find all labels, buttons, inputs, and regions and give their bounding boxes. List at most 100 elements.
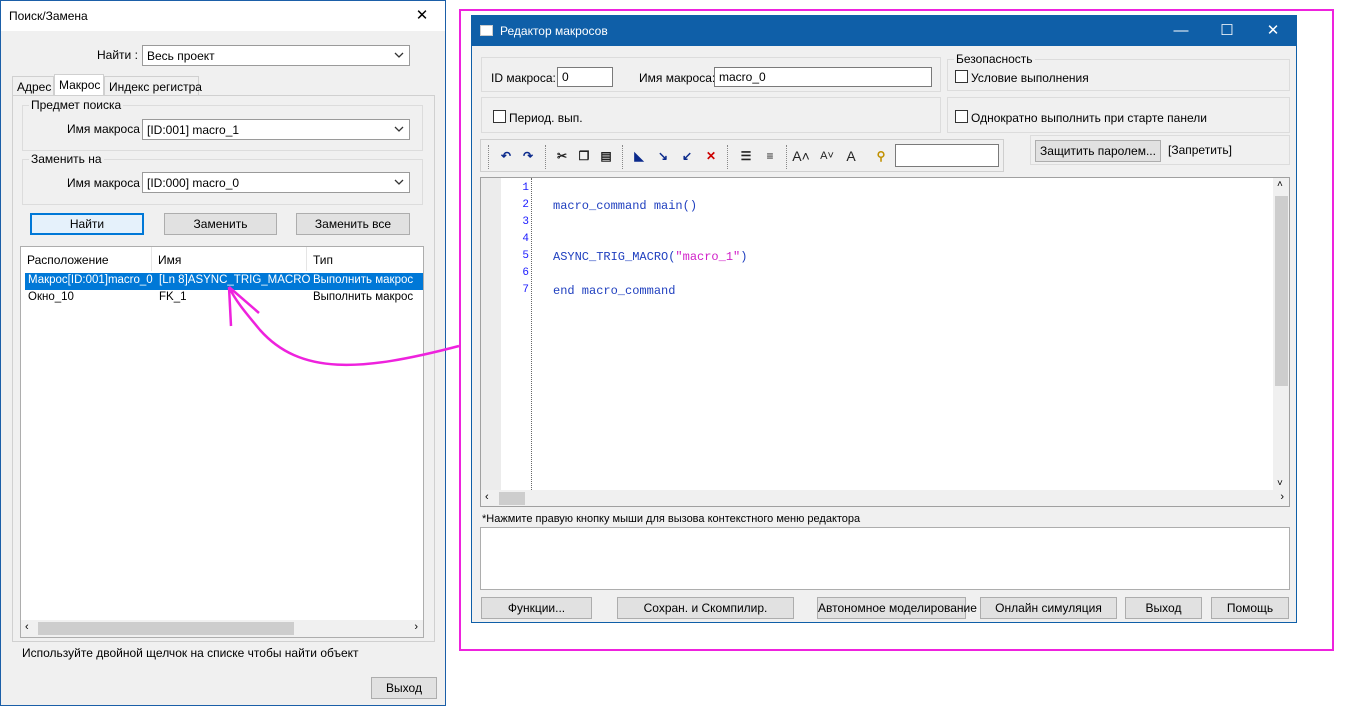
- undo-icon[interactable]: ↶: [496, 147, 516, 165]
- scroll-left-icon[interactable]: ‹: [25, 621, 29, 633]
- toolbar-search-input[interactable]: [895, 144, 999, 167]
- table-row[interactable]: Макрос[ID:001]macro_0 [Ln 8]ASYNC_TRIG_M…: [25, 273, 423, 290]
- forbid-label: [Запретить]: [1168, 143, 1232, 157]
- indent-icon[interactable]: ☰: [736, 147, 756, 165]
- toolbar-separator: [727, 145, 728, 169]
- code-editor[interactable]: 1 2 macro_command main() 3 4 5 ASYNC_TRIG_MACR…: [480, 177, 1290, 507]
- macro-name-label: Имя макроса:: [639, 71, 716, 85]
- redo-icon[interactable]: ↷: [518, 147, 538, 165]
- search-subject-title: Предмет поиска: [29, 98, 124, 112]
- editor-exit-button[interactable]: Выход: [1125, 597, 1202, 619]
- bookmark-prev-icon[interactable]: ↙: [677, 147, 697, 165]
- scroll-right-icon[interactable]: ›: [1280, 491, 1284, 503]
- cut-icon[interactable]: ✂: [552, 147, 572, 165]
- find-label: Найти :: [97, 48, 138, 62]
- close-icon[interactable]: ✕: [399, 1, 445, 31]
- macro-name-input[interactable]: macro_0: [714, 67, 932, 87]
- code-line: end macro_command: [553, 284, 676, 298]
- code-line: ASYNC_TRIG_MACRO("macro_1"): [553, 250, 747, 264]
- copy-icon[interactable]: ❐: [574, 147, 594, 165]
- run-once-label: Однократно выполнить при старте панели: [971, 111, 1207, 125]
- find-text-icon[interactable]: ⚲: [871, 147, 891, 165]
- outdent-icon[interactable]: ≡: [760, 147, 780, 165]
- macro-editor-window: Редактор макросов — ☐ ✕ ID макроса: 0 Им…: [471, 15, 1297, 623]
- help-button[interactable]: Помощь: [1211, 597, 1289, 619]
- scroll-thumb[interactable]: [499, 492, 525, 505]
- font-decrease-icon[interactable]: A˅: [817, 147, 837, 165]
- scroll-right-icon[interactable]: ›: [414, 621, 418, 633]
- results-horizontal-scrollbar[interactable]: ‹ ›: [21, 620, 423, 637]
- output-panel[interactable]: [480, 527, 1290, 590]
- double-click-hint: Используйте двойной щелчок на списке что…: [22, 646, 359, 660]
- tab-register-index[interactable]: Индекс регистра: [104, 76, 202, 96]
- minimize-icon[interactable]: —: [1158, 16, 1204, 46]
- line-number: 6: [522, 267, 529, 279]
- condition-checkbox[interactable]: [955, 70, 968, 83]
- macro-id-input[interactable]: 0: [557, 67, 613, 87]
- editor-window-title: Редактор макросов: [500, 24, 608, 38]
- functions-button[interactable]: Функции...: [481, 597, 592, 619]
- chevron-down-icon: [394, 52, 404, 58]
- code-line: macro_command main(): [553, 199, 698, 213]
- tab-address[interactable]: Адрес: [12, 76, 54, 96]
- line-number: 7: [522, 284, 529, 296]
- scroll-up-icon[interactable]: ˄: [1277, 179, 1283, 190]
- periodic-checkbox[interactable]: [493, 110, 506, 123]
- condition-label: Условие выполнения: [971, 71, 1089, 85]
- replace-macro-name-label: Имя макроса :: [67, 176, 147, 190]
- editor-vertical-scrollbar[interactable]: ˄ ˅: [1273, 178, 1289, 490]
- tab-macro[interactable]: Макрос: [54, 74, 104, 96]
- line-number: 4: [522, 233, 529, 245]
- context-menu-hint: *Нажмите правую кнопку мыши для вызова к…: [482, 513, 861, 525]
- replace-with-title: Заменить на: [29, 152, 104, 166]
- row-type: Выполнить макрос: [313, 274, 414, 286]
- editor-horizontal-scrollbar[interactable]: ‹ ›: [481, 490, 1289, 506]
- find-scope-select[interactable]: Весь проект: [142, 45, 410, 66]
- online-simulation-button[interactable]: Онлайн симуляция: [980, 597, 1117, 619]
- find-scope-value: Весь проект: [147, 49, 215, 63]
- close-icon[interactable]: ✕: [1250, 16, 1296, 46]
- row-name: [Ln 8]ASYNC_TRIG_MACRO: [159, 274, 311, 286]
- save-compile-button[interactable]: Сохран. и Скомпилир.: [617, 597, 794, 619]
- replace-button[interactable]: Заменить: [164, 213, 277, 235]
- app-window-icon: [480, 25, 493, 36]
- search-macro-select[interactable]: [ID:001] macro_1: [142, 119, 410, 140]
- chevron-down-icon: [394, 179, 404, 185]
- search-replace-window: Поиск/Замена ✕ Найти : Весь проект Адрес…: [0, 0, 446, 706]
- search-macro-name-label: Имя макроса :: [67, 122, 147, 136]
- bookmark-clear-icon[interactable]: ✕: [701, 147, 721, 165]
- font-increase-icon[interactable]: A˄: [791, 147, 811, 165]
- row-type: Выполнить макрос: [313, 291, 414, 303]
- line-number: 5: [522, 250, 529, 262]
- scroll-thumb[interactable]: [1275, 196, 1288, 386]
- scroll-left-icon[interactable]: ‹: [485, 491, 489, 503]
- scroll-thumb[interactable]: [38, 622, 294, 635]
- protect-password-button[interactable]: Защитить паролем...: [1035, 140, 1161, 162]
- find-button[interactable]: Найти: [30, 213, 144, 235]
- offline-simulation-button[interactable]: Автономное моделирование: [817, 597, 977, 619]
- results-list[interactable]: Расположение Имя Тип Макрос[ID:001]macro…: [20, 246, 424, 638]
- bookmark-next-icon[interactable]: ↘: [653, 147, 673, 165]
- table-row[interactable]: Окно_10 FK_1 Выполнить макрос: [25, 290, 423, 307]
- maximize-icon[interactable]: ☐: [1204, 16, 1250, 46]
- search-exit-button[interactable]: Выход: [371, 677, 437, 699]
- column-header-type[interactable]: Тип: [307, 247, 423, 271]
- toolbar-separator: [786, 145, 787, 169]
- search-titlebar: Поиск/Замена ✕: [1, 1, 445, 31]
- row-location: Макрос[ID:001]macro_0: [28, 274, 153, 286]
- code-lines: 1 2 macro_command main() 3 4 5 ASYNC_TRIG_MACR…: [481, 178, 1271, 490]
- column-header-name[interactable]: Имя: [152, 247, 307, 271]
- replace-macro-select[interactable]: [ID:000] macro_0: [142, 172, 410, 193]
- toolbar-separator: [488, 145, 489, 169]
- paste-icon[interactable]: ▤: [596, 147, 616, 165]
- font-reset-icon[interactable]: A: [841, 147, 861, 165]
- run-once-checkbox[interactable]: [955, 110, 968, 123]
- replace-all-button[interactable]: Заменить все: [296, 213, 410, 235]
- chevron-down-icon: [394, 126, 404, 132]
- scroll-down-icon[interactable]: ˅: [1277, 478, 1283, 489]
- security-title: Безопасность: [954, 52, 1035, 66]
- column-header-location[interactable]: Расположение: [21, 247, 152, 271]
- bookmark-toggle-icon[interactable]: ◣: [629, 147, 649, 165]
- line-number: 3: [522, 216, 529, 228]
- code-punct: ): [740, 250, 748, 264]
